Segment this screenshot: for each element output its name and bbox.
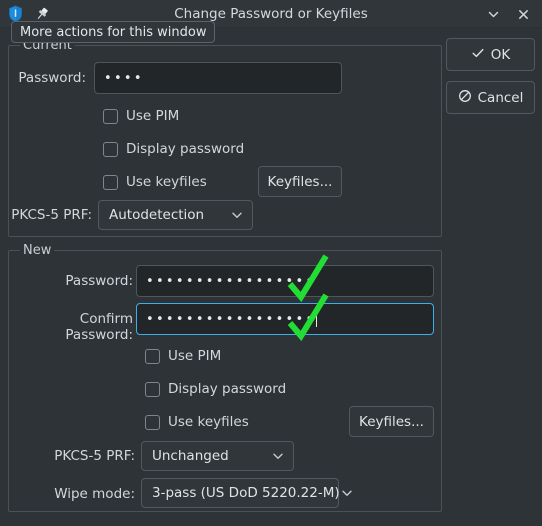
new-prf-label: PKCS-5 PRF: [54,448,135,464]
checkbox-box[interactable] [145,414,160,430]
titlebar-left-icons [0,5,50,22]
cancel-button[interactable]: Cancel [446,81,535,114]
new-confirm-password-label: Confirm Password: [65,311,133,343]
new-password-label: Password: [65,273,133,289]
new-use-keyfiles-checkbox[interactable]: Use keyfiles [145,414,249,430]
checkbox-box[interactable] [145,381,160,397]
current-display-password-label: Display password [126,141,245,157]
chevron-down-icon [230,208,244,222]
close-button[interactable] [510,1,536,27]
current-display-password-checkbox[interactable]: Display password [103,141,244,157]
checkbox-box[interactable] [103,141,118,157]
checkbox-box[interactable] [103,174,118,190]
new-wipe-mode-value: 3-pass (US DoD 5220.22-M) [152,485,340,501]
chevron-down-icon [340,486,354,500]
window-actions-tooltip: More actions for this window [11,21,216,43]
chevron-down-icon [487,8,500,21]
no-entry-icon [458,89,472,107]
new-wipe-mode-combobox[interactable]: 3-pass (US DoD 5220.22-M) [141,478,352,508]
new-password-value: ••••••••••••••••• [146,273,316,289]
chevron-down-icon [271,449,285,463]
current-prf-label: PKCS-5 PRF: [11,207,92,223]
check-icon [471,46,485,64]
new-prf-combobox[interactable]: Unchanged [141,441,294,471]
new-use-pim-label: Use PIM [168,348,222,364]
titlebar-window-controls [480,0,536,28]
change-password-dialog: Change Password or Keyfiles More actions… [0,0,542,526]
current-keyfiles-button-label: Keyfiles... [267,173,333,190]
current-prf-value: Autodetection [109,207,205,223]
checkbox-box[interactable] [145,348,160,364]
current-password-label: Password: [18,70,86,86]
new-display-password-checkbox[interactable]: Display password [145,381,286,397]
ok-button[interactable]: OK [446,38,535,71]
current-use-pim-checkbox[interactable]: Use PIM [103,108,179,124]
current-keyfiles-button[interactable]: Keyfiles... [258,166,342,197]
pin-icon[interactable] [34,6,50,22]
new-confirm-password-input[interactable]: ••••••••••••••••• [136,303,434,335]
new-group-label: New [20,243,55,258]
new-password-input[interactable]: ••••••••••••••••• [136,265,434,297]
current-use-pim-label: Use PIM [126,108,180,124]
new-keyfiles-button[interactable]: Keyfiles... [349,406,434,437]
ok-button-label: OK [490,46,511,63]
new-keyfiles-button-label: Keyfiles... [359,413,424,430]
new-use-pim-checkbox[interactable]: Use PIM [145,348,221,364]
current-prf-combobox[interactable]: Autodetection [98,200,253,230]
veracrypt-icon [7,5,24,22]
cancel-button-label: Cancel [477,89,524,106]
new-display-password-label: Display password [168,381,287,397]
new-use-keyfiles-label: Use keyfiles [168,414,249,430]
checkbox-box[interactable] [103,108,118,124]
minimize-button[interactable] [480,1,506,27]
close-icon [517,8,530,21]
new-confirm-password-value: ••••••••••••••••• [146,311,316,327]
current-use-keyfiles-checkbox[interactable]: Use keyfiles [103,174,207,190]
current-password-input[interactable]: •••• [94,62,342,94]
new-prf-value: Unchanged [152,448,229,464]
text-caret [316,311,318,327]
new-wipe-mode-label: Wipe mode: [54,486,135,502]
current-use-keyfiles-label: Use keyfiles [126,174,207,190]
current-password-value: •••• [104,70,144,86]
